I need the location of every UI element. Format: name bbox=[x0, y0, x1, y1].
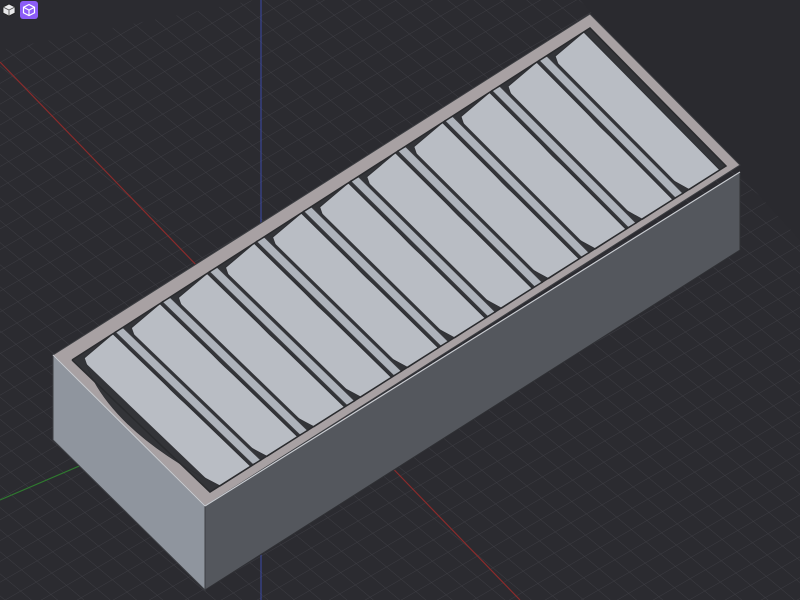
view-cube-button[interactable] bbox=[0, 1, 18, 19]
view-cube-icon bbox=[2, 3, 16, 17]
box-icon bbox=[22, 3, 36, 17]
3d-viewport[interactable] bbox=[0, 0, 800, 600]
box-mode-button[interactable] bbox=[20, 1, 38, 19]
viewport-toolbar bbox=[0, 0, 38, 20]
